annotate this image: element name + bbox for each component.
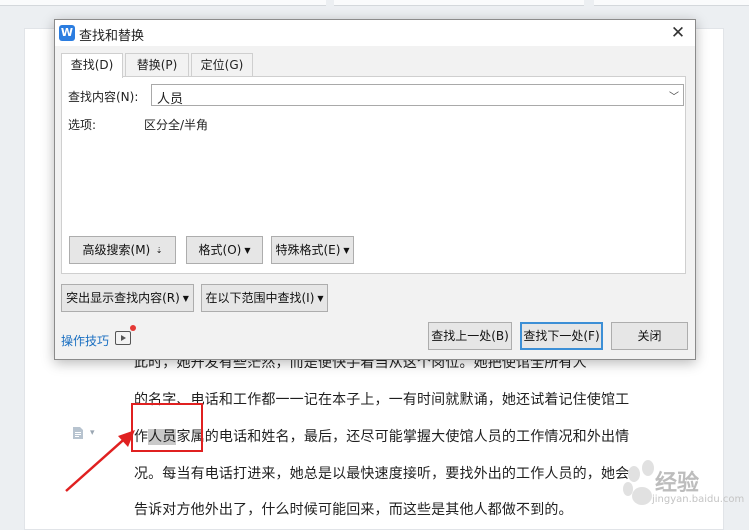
chevron-down-icon: ▼ [343,246,350,255]
format-label: 格式(O) [198,243,242,257]
special-format-button[interactable]: 特殊格式(E) ▼ [271,236,354,264]
doc-line: 告诉对方他外出了，什么时候可能回来，而这些是其他人都做不到的。 [134,502,573,518]
close-button[interactable]: 关闭 [611,322,688,350]
double-chevron-icon: ⇣ [153,246,163,255]
advanced-search-label: 高级搜索(M) [82,243,151,257]
find-next-button[interactable]: 查找下一处(F) [520,322,603,350]
dialog-titlebar[interactable]: W 查找和替换 ✕ [55,20,695,46]
video-play-icon[interactable] [115,331,131,345]
toolbar-segment [594,0,749,6]
options-label: 选项: [68,118,97,132]
dialog-title: 查找和替换 [79,29,145,44]
find-panel: 查找内容(N): 人员 ﹀ 选项: 区分全/半角 高级搜索(M) ⇣ 格式(O)… [61,76,686,274]
special-format-label: 特殊格式(E) [275,243,341,257]
find-input-value: 人员 [157,92,184,107]
chevron-down-icon: ▼ [182,294,189,303]
find-in-button[interactable]: 在以下范围中查找(I) ▼ [201,284,328,312]
options-value: 区分全/半角 [144,118,209,132]
find-replace-dialog: W 查找和替换 ✕ 查找(D) 替换(P) 定位(G) 查找内容(N): 人员 … [54,19,696,360]
doc-line: 的名字、电话和工作都一一记在本子上，一有时间就默诵，她还试着记住使馆工 [134,392,630,408]
find-input[interactable]: 人员 ﹀ [151,84,684,107]
chevron-down-icon: ▼ [317,294,324,303]
find-label: 查找内容(N): [68,90,139,104]
chevron-down-icon: ▼ [244,246,251,255]
notification-dot [130,325,136,331]
tips-link[interactable]: 操作技巧 [61,332,109,349]
annotation-box [131,403,203,452]
highlight-results-button[interactable]: 突出显示查找内容(R) ▼ [61,284,194,312]
advanced-search-button[interactable]: 高级搜索(M) ⇣ [69,236,176,264]
annotation-arrow-icon [65,430,135,492]
chevron-down-icon[interactable]: ﹀ [669,88,679,103]
toolbar-segment [334,0,584,6]
toolbar-segment [0,0,326,6]
close-icon[interactable]: ✕ [665,21,691,45]
find-in-label: 在以下范围中查找(I) [205,291,315,305]
tab-goto[interactable]: 定位(G) [191,53,253,77]
watermark-url: jingyan.baidu.com [652,494,745,505]
doc-line: 况。每当有电话打进来，她总是以最快速度接听，要找外出的工作人员的，她会 [134,466,630,482]
find-previous-button[interactable]: 查找上一处(B) [428,322,512,350]
highlight-results-label: 突出显示查找内容(R) [66,291,180,305]
tab-find[interactable]: 查找(D) [61,53,123,78]
doc-line: 作人员家属的电话和姓名，最后，还尽可能掌握大使馆人员的工作情况和外出情 [134,426,629,446]
doc-text: 家属的电话和姓名，最后，还尽可能掌握大使馆人员的工作情况和外出情 [176,429,630,445]
wps-app-icon: W [59,25,75,41]
format-button[interactable]: 格式(O) ▼ [186,236,263,264]
watermark-text: 经验 [655,471,700,496]
tab-replace[interactable]: 替换(P) [125,53,189,77]
